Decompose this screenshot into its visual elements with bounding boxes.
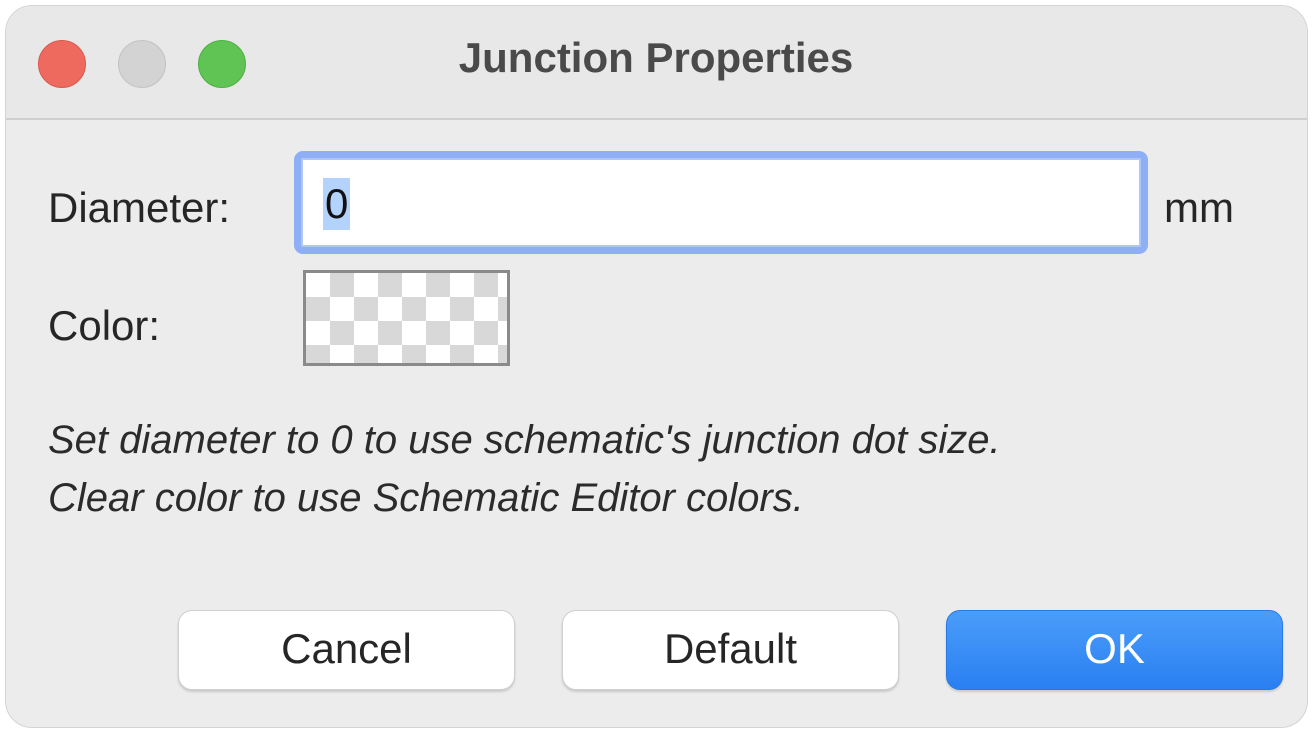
hint-diameter: Set diameter to 0 to use schematic's jun… — [48, 418, 1001, 462]
diameter-input-value: 0 — [323, 178, 351, 230]
close-window-button[interactable] — [38, 40, 86, 88]
default-button[interactable]: Default — [562, 610, 899, 690]
window-title: Junction Properties — [458, 34, 854, 81]
junction-properties-dialog: Junction Properties Diameter: 0 mm Color… — [6, 6, 1307, 727]
hint-color: Clear color to use Schematic Editor colo… — [48, 476, 804, 520]
ok-button[interactable]: OK — [946, 610, 1283, 690]
cancel-button[interactable]: Cancel — [178, 610, 515, 690]
diameter-unit-label: mm — [1164, 184, 1234, 231]
title-bar: Junction Properties — [6, 6, 1307, 120]
color-label: Color: — [48, 302, 161, 349]
diameter-label: Diameter: — [48, 184, 231, 231]
diameter-input[interactable]: 0 — [294, 151, 1148, 254]
maximize-window-button[interactable] — [198, 40, 246, 88]
minimize-window-button[interactable] — [118, 40, 166, 88]
color-swatch-button[interactable] — [303, 270, 510, 366]
